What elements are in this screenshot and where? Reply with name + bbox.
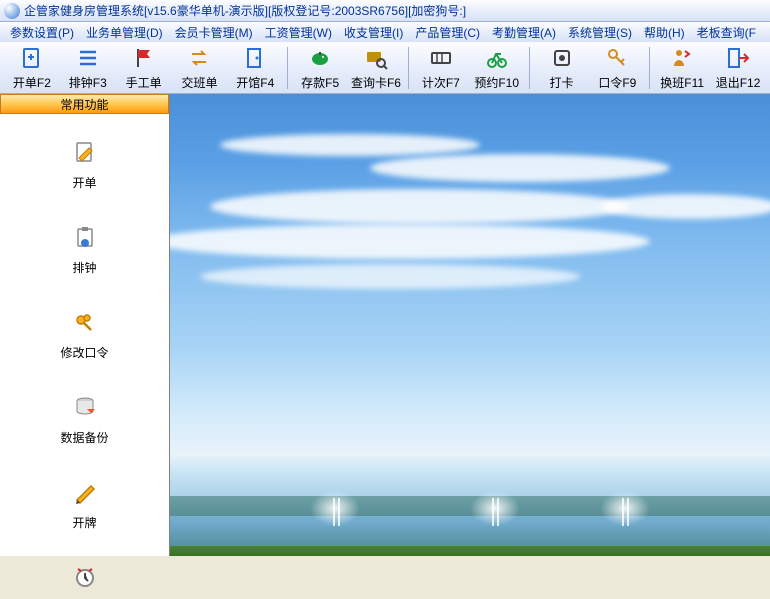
sidebar-item-5[interactable] (0, 559, 169, 599)
toolbar-btn-flag[interactable]: 手工单 (116, 44, 172, 91)
menu-item-5[interactable]: 产品管理(C) (409, 24, 486, 41)
piggy-icon (306, 44, 334, 72)
toolbar-btn-punch[interactable]: 打卡 (534, 44, 590, 91)
toolbar-btn-label: 查询卡F6 (351, 74, 401, 91)
toolbar-btn-label: 退出F12 (716, 74, 761, 91)
app-icon (4, 3, 20, 19)
toolbar-btn-search-card[interactable]: 查询卡F6 (348, 44, 404, 91)
toolbar-btn-label: 手工单 (126, 74, 162, 91)
toolbar-btn-exit[interactable]: 退出F12 (710, 44, 766, 91)
toolbar-btn-person-swap[interactable]: 换班F11 (654, 44, 710, 91)
swap-icon (185, 44, 213, 72)
toolbar-btn-label: 存款F5 (301, 74, 339, 91)
sidebar-item-0[interactable]: 开单 (0, 134, 169, 191)
toolbar-btn-label: 交班单 (181, 74, 217, 91)
background-image (170, 94, 770, 556)
toolbar-btn-label: 开单F2 (13, 74, 51, 91)
title-bar: 企管家健身房管理系统[v15.6豪华单机-演示版][版权登记号:2003SR67… (0, 0, 770, 22)
sidebar-item-label: 开牌 (72, 514, 96, 531)
menu-item-4[interactable]: 收支管理(I) (338, 24, 409, 41)
menu-item-2[interactable]: 会员卡管理(M) (169, 24, 259, 41)
menu-item-0[interactable]: 参数设置(P) (4, 24, 80, 41)
clipboard-person-icon (67, 219, 103, 255)
toolbar-btn-key[interactable]: 口令F9 (589, 44, 645, 91)
sidebar-item-1[interactable]: 排钟 (0, 219, 169, 276)
toolbar-btn-label: 预约F10 (474, 74, 519, 91)
db-backup-icon (67, 389, 103, 425)
toolbar-separator (529, 47, 530, 89)
toolbar-btn-door[interactable]: 开馆F4 (227, 44, 283, 91)
content-area (170, 94, 770, 556)
toolbar-separator (408, 47, 409, 89)
menu-item-1[interactable]: 业务单管理(D) (80, 24, 169, 41)
toolbar-btn-label: 口令F9 (598, 74, 636, 91)
alarm-icon (67, 559, 103, 595)
menu-item-3[interactable]: 工资管理(W) (259, 24, 338, 41)
sidebar-title: 常用功能 (0, 94, 169, 114)
sidebar-item-label: 修改口令 (60, 344, 108, 361)
toolbar-btn-label: 换班F11 (660, 74, 704, 91)
menu-item-8[interactable]: 帮助(H) (638, 24, 691, 41)
search-card-icon (362, 44, 390, 72)
counter-icon (427, 44, 455, 72)
keys-icon (67, 304, 103, 340)
toolbar-btn-bars[interactable]: 排钟F3 (60, 44, 116, 91)
toolbar-btn-label: 计次F7 (422, 74, 460, 91)
sidebar-item-2[interactable]: 修改口令 (0, 304, 169, 361)
toolbar: 开单F2 排钟F3 手工单 交班单 开馆F4 存款F5 查询卡F6 计次F7 预约F10 打卡 口令… (0, 42, 770, 94)
toolbar-separator (649, 47, 650, 89)
toolbar-separator (287, 47, 288, 89)
toolbar-btn-swap[interactable]: 交班单 (172, 44, 228, 91)
punch-icon (548, 44, 576, 72)
toolbar-btn-label: 开馆F4 (236, 74, 274, 91)
toolbar-btn-counter[interactable]: 计次F7 (413, 44, 469, 91)
toolbar-btn-doc-plus[interactable]: 开单F2 (4, 44, 60, 91)
sidebar-item-label: 排钟 (72, 259, 96, 276)
toolbar-btn-piggy[interactable]: 存款F5 (292, 44, 348, 91)
pencil-icon (67, 474, 103, 510)
menu-item-6[interactable]: 考勤管理(A) (486, 24, 562, 41)
menu-item-9[interactable]: 老板查询(F (691, 24, 762, 41)
bike-icon (483, 44, 511, 72)
toolbar-btn-bike[interactable]: 预约F10 (469, 44, 525, 91)
sidebar-item-label: 开单 (72, 174, 96, 191)
doc-pencil-icon (67, 134, 103, 170)
sidebar-item-4[interactable]: 开牌 (0, 474, 169, 531)
exit-icon (724, 44, 752, 72)
bars-icon (74, 44, 102, 72)
flag-icon (130, 44, 158, 72)
toolbar-btn-label: 排钟F3 (69, 74, 107, 91)
sidebar-item-3[interactable]: 数据备份 (0, 389, 169, 446)
key-icon (603, 44, 631, 72)
door-icon (241, 44, 269, 72)
sidebar-item-label: 数据备份 (60, 429, 108, 446)
doc-plus-icon (18, 44, 46, 72)
sidebar: 常用功能 开单排钟修改口令数据备份开牌 (0, 94, 170, 556)
window-title: 企管家健身房管理系统[v15.6豪华单机-演示版][版权登记号:2003SR67… (24, 2, 466, 19)
toolbar-btn-label: 打卡 (550, 74, 574, 91)
person-swap-icon (668, 44, 696, 72)
menu-item-7[interactable]: 系统管理(S) (562, 24, 638, 41)
menu-bar: 参数设置(P)业务单管理(D)会员卡管理(M)工资管理(W)收支管理(I)产品管… (0, 22, 770, 42)
